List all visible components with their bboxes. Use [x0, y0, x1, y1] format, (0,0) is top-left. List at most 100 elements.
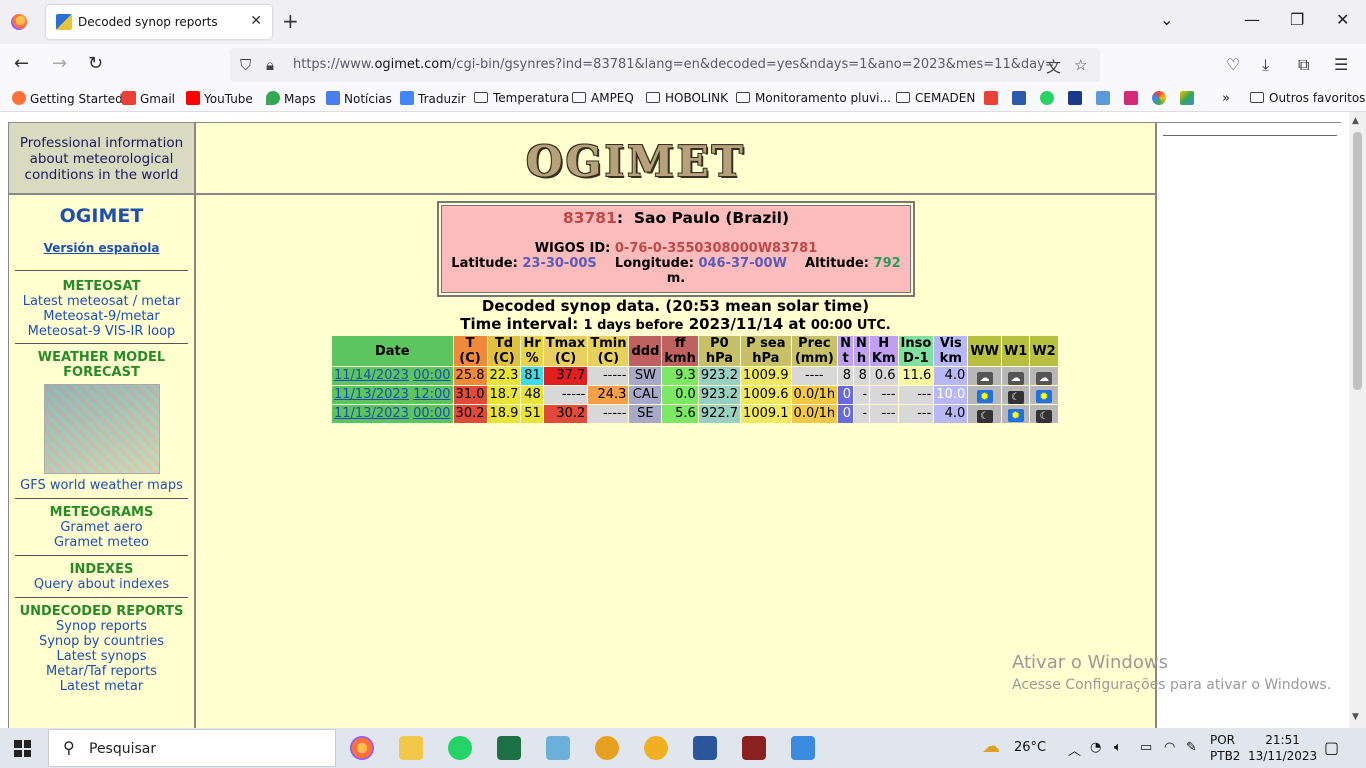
- bookmark-monitoramento[interactable]: Monitoramento pluvi...: [736, 91, 891, 105]
- scroll-up-icon[interactable]: ▲: [1352, 116, 1359, 126]
- taskbar-search[interactable]: ⚲ Pesquisar: [48, 729, 336, 767]
- synop-reports-link[interactable]: Synop reports: [56, 619, 147, 634]
- weather-icon[interactable]: ☁: [982, 736, 1000, 757]
- close-window-icon[interactable]: ✕: [1336, 10, 1349, 29]
- wifi-icon[interactable]: ◠: [1164, 740, 1175, 755]
- bookmark-noticias[interactable]: Notícias: [326, 91, 392, 106]
- word-icon[interactable]: [693, 736, 717, 760]
- time-link[interactable]: 12:00: [413, 387, 450, 402]
- restore-icon[interactable]: ❐: [1290, 10, 1304, 29]
- bookmark-photos[interactable]: [1152, 91, 1170, 106]
- psea-cell: 1009.9: [741, 367, 791, 385]
- bookmark-hobolink[interactable]: HOBOLINK: [646, 91, 728, 105]
- list-tabs-icon[interactable]: ⌄: [1160, 10, 1173, 29]
- downloads-icon[interactable]: ⤓: [1262, 55, 1269, 75]
- browser-tab[interactable]: Decoded synop reports ✕: [46, 5, 272, 39]
- pocket-icon[interactable]: ♡: [1226, 55, 1240, 74]
- gfs-maps-link[interactable]: GFS world weather maps: [20, 478, 183, 493]
- bookmark-star-icon[interactable]: ☆: [1074, 56, 1087, 74]
- bookmark-instagram[interactable]: [1124, 91, 1142, 106]
- photos-taskbar-icon[interactable]: [791, 736, 815, 760]
- time-link[interactable]: 00:00: [413, 368, 450, 383]
- volume-icon[interactable]: 🔈︎: [1114, 740, 1122, 755]
- search-app-icon[interactable]: [595, 736, 619, 760]
- clock[interactable]: 21:51 13/11/2023: [1248, 732, 1317, 764]
- windows-start-icon[interactable]: [14, 740, 31, 757]
- date-link[interactable]: 11/14/2023: [334, 368, 409, 383]
- lock-icon[interactable]: 🔒︎: [266, 56, 274, 74]
- forward-icon[interactable]: →: [52, 54, 67, 74]
- weather-map-thumbnail[interactable]: [43, 384, 160, 474]
- page-scrollbar[interactable]: ▲ ▼: [1349, 112, 1366, 728]
- firefox-taskbar-icon[interactable]: [350, 736, 374, 760]
- query-indexes-link[interactable]: Query about indexes: [34, 577, 169, 592]
- url-bar[interactable]: ⛉ 🔒︎ https://www.ogimet.com/cgi-bin/gsyn…: [230, 48, 1100, 82]
- maps-icon: [266, 91, 280, 105]
- excel-icon[interactable]: [497, 736, 521, 760]
- back-icon[interactable]: ←: [14, 54, 29, 74]
- pen-icon[interactable]: ✎: [1186, 740, 1197, 755]
- file-explorer-icon[interactable]: [399, 736, 423, 760]
- menu-icon[interactable]: ☰: [1334, 55, 1348, 74]
- latest-meteosat-link[interactable]: Latest meteosat / metar: [23, 294, 181, 309]
- bookmark-maps[interactable]: Maps: [266, 91, 316, 106]
- indexes-title: INDEXES: [69, 562, 134, 577]
- gramet-meteo-link[interactable]: Gramet meteo: [54, 535, 149, 550]
- extensions-icon[interactable]: ⧉: [1298, 55, 1309, 75]
- new-tab-button[interactable]: +: [282, 10, 299, 32]
- translate-icon[interactable]: 文: [1046, 56, 1061, 77]
- meteosat9-loop-link[interactable]: Meteosat-9 VIS-IR loop: [28, 324, 176, 339]
- sun-icon: ✹: [1036, 390, 1053, 403]
- ogimet-home-link[interactable]: OGIMET: [9, 205, 194, 227]
- tab-close-icon[interactable]: ✕: [250, 13, 262, 29]
- synop-countries-link[interactable]: Synop by countries: [39, 634, 164, 649]
- bookmark-app-1[interactable]: [1012, 91, 1030, 106]
- bookmark-traduzir[interactable]: Traduzir: [400, 91, 466, 106]
- battery-icon[interactable]: ▭: [1140, 740, 1152, 755]
- notifications-icon[interactable]: ▢: [1324, 738, 1339, 757]
- spanish-version-link[interactable]: Versión española: [44, 241, 160, 255]
- firefox-icon[interactable]: [11, 14, 27, 30]
- network-icon[interactable]: ◔: [1090, 740, 1101, 755]
- bookmark-app-2[interactable]: [1068, 91, 1086, 106]
- date-link[interactable]: 11/13/2023: [334, 406, 409, 421]
- bookmark-gmail-2[interactable]: [984, 91, 1002, 106]
- latitude-label: Latitude:: [451, 256, 518, 271]
- col-nh: Nh: [854, 336, 869, 366]
- gramet-aero-link[interactable]: Gramet aero: [60, 520, 142, 535]
- more-bookmarks-icon[interactable]: »: [1222, 91, 1230, 106]
- time-link[interactable]: 00:00: [413, 406, 450, 421]
- tracking-shield-icon[interactable]: ⛉: [240, 56, 251, 74]
- url-text[interactable]: https://www.ogimet.com/cgi-bin/gsynres?i…: [293, 57, 1053, 72]
- reload-icon[interactable]: ↻: [88, 54, 103, 74]
- latest-synops-link[interactable]: Latest synops: [57, 649, 147, 664]
- latest-metar-link[interactable]: Latest metar: [60, 679, 143, 694]
- whatsapp-taskbar-icon[interactable]: [448, 736, 472, 760]
- td-cell: 18.9: [487, 405, 521, 423]
- date-link[interactable]: 11/13/2023: [334, 387, 409, 402]
- weather-temp[interactable]: 26°C: [1014, 740, 1046, 755]
- scroll-down-icon[interactable]: ▼: [1352, 712, 1359, 722]
- bookmark-temperatura[interactable]: Temperatura: [474, 91, 569, 105]
- winrar-icon[interactable]: [742, 736, 766, 760]
- bookmark-cemaden[interactable]: CEMADEN: [896, 91, 975, 105]
- ogimet-page: Professional information about meteorolo…: [8, 122, 1341, 728]
- cloud-icon: ☁: [1036, 372, 1053, 385]
- bookmark-whatsapp[interactable]: [1040, 91, 1058, 106]
- meteosat9-metar-link[interactable]: Meteosat-9/metar: [43, 309, 160, 324]
- bookmark-app-3[interactable]: [1096, 91, 1114, 106]
- bookmark-youtube[interactable]: YouTube: [186, 91, 253, 106]
- minimize-icon[interactable]: —: [1244, 10, 1260, 29]
- app-taskbar-icon[interactable]: [546, 736, 570, 760]
- scroll-thumb[interactable]: [1353, 132, 1362, 390]
- page-header: OGIMET: [196, 123, 1155, 195]
- bookmark-drive[interactable]: [1180, 91, 1198, 106]
- vpn-icon[interactable]: [644, 736, 668, 760]
- metar-taf-link[interactable]: Metar/Taf reports: [46, 664, 157, 679]
- bookmark-getting-started[interactable]: Getting Started: [12, 91, 123, 106]
- language-indicator[interactable]: POR PTB2: [1210, 732, 1240, 764]
- bookmark-gmail[interactable]: Gmail: [122, 91, 175, 106]
- bookmark-ampeq[interactable]: AMPEQ: [572, 91, 634, 105]
- show-hidden-icons[interactable]: ︿: [1068, 740, 1081, 759]
- bookmark-outros-favoritos[interactable]: Outros favoritos: [1250, 91, 1365, 105]
